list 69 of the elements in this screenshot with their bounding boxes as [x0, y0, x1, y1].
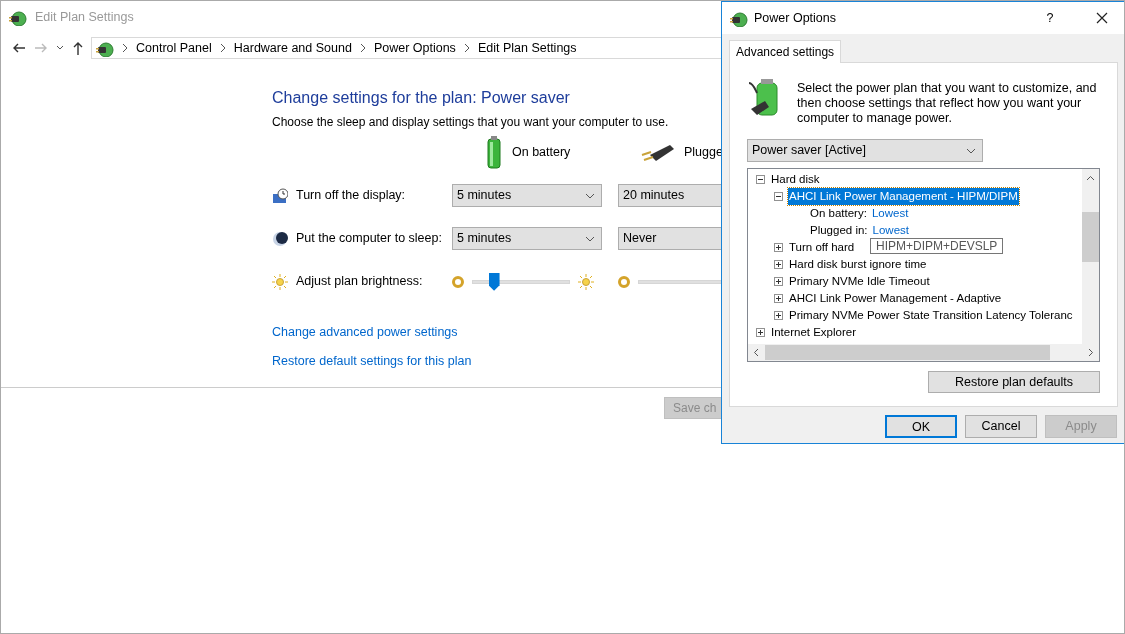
- chevron-right-icon: [122, 43, 128, 53]
- dialog-button[interactable]: OK: [885, 415, 957, 438]
- expand-icon[interactable]: [774, 243, 783, 252]
- setting-label: On battery:: [810, 205, 867, 221]
- sun-icon: [578, 273, 594, 290]
- setting-value-link[interactable]: Lowest: [872, 221, 909, 240]
- column-header: Plugge: [684, 144, 723, 162]
- power-plug-icon: [9, 8, 27, 26]
- window-title: Edit Plan Settings: [35, 8, 134, 26]
- dim-brightness-icon: [452, 275, 464, 288]
- tooltip: HIPM+DIPM+DEVSLP: [870, 238, 1004, 254]
- intro-text: Select the power plan that you want to customize, and then choose settings that reflect how you want your computer to manage power.: [797, 80, 1098, 126]
- up-arrow-icon[interactable]: [71, 40, 85, 56]
- plan-dropdown[interactable]: Power saver [Active]: [747, 139, 983, 162]
- page-heading: Change settings for the plan: Power saver: [272, 88, 570, 108]
- dialog-button[interactable]: Cancel: [965, 415, 1037, 438]
- collapse-icon[interactable]: [774, 192, 783, 201]
- tab[interactable]: Advanced settings: [729, 40, 842, 63]
- chevron-down-icon: [966, 146, 976, 155]
- sun-icon: [272, 273, 288, 290]
- expand-icon[interactable]: [756, 328, 765, 337]
- breadcrumb-item[interactable]: Control Panel: [136, 38, 212, 58]
- scroll-thumb[interactable]: [1082, 212, 1099, 263]
- breadcrumb-item[interactable]: Hardware and Sound: [233, 38, 352, 58]
- tree-item[interactable]: AHCI Link Power Management - Adaptive: [788, 289, 1003, 308]
- monitor-clock-icon: [272, 187, 288, 204]
- battery-plug-icon: [747, 79, 781, 119]
- expand-icon[interactable]: [774, 311, 783, 320]
- column-header: On battery: [512, 144, 571, 162]
- restore-button[interactable]: Restore plan defaults: [928, 371, 1100, 393]
- chevron-right-icon: [219, 43, 226, 53]
- chevron-right-icon: [359, 43, 366, 53]
- setting-label: Turn off the display:: [296, 187, 406, 205]
- setting-value-link[interactable]: Lowest: [871, 204, 909, 223]
- setting-label: Adjust plan brightness:: [296, 273, 423, 291]
- setting-label: Put the computer to sleep:: [296, 230, 442, 248]
- tree-item[interactable]: AHCI Link Power Management - HIPM/DIPM: [788, 187, 1019, 206]
- tree-item[interactable]: Primary NVMe Idle Timeout: [788, 272, 931, 291]
- help-button[interactable]: ?: [1027, 8, 1073, 28]
- page-description: Choose the sleep and display settings that you want your computer to use.: [272, 114, 669, 132]
- chevron-down-icon: [585, 191, 595, 200]
- setting-label: Plugged in:: [810, 222, 868, 238]
- breadcrumb-item[interactable]: Edit Plan Settings: [477, 38, 577, 58]
- tree-item[interactable]: Internet Explorer: [770, 323, 857, 342]
- horizontal-scrollbar[interactable]: [748, 344, 1099, 361]
- vertical-scrollbar[interactable]: [1082, 169, 1099, 345]
- slider-thumb[interactable]: [488, 272, 500, 291]
- brightness-slider[interactable]: [472, 271, 570, 292]
- expand-icon[interactable]: [774, 277, 783, 286]
- moon-icon: [272, 230, 288, 247]
- tree-item[interactable]: Primary NVMe Power State Transition Latency Toleranc: [788, 306, 1074, 325]
- chevron-right-icon: [463, 43, 470, 53]
- dropdown[interactable]: 5 minutes: [452, 227, 602, 251]
- tree-item[interactable]: Hard disk: [770, 170, 821, 189]
- breadcrumb-item[interactable]: Power Options: [373, 38, 456, 58]
- chevron-down-icon: [585, 234, 595, 243]
- scroll-thumb[interactable]: [765, 345, 1050, 360]
- dim-brightness-icon: [618, 275, 630, 288]
- dialog-title: Power Options: [754, 9, 837, 27]
- dropdown[interactable]: 5 minutes: [452, 184, 602, 208]
- collapse-icon[interactable]: [756, 175, 765, 184]
- expand-icon[interactable]: [774, 294, 783, 303]
- power-plug-icon: [96, 39, 114, 57]
- tree-item[interactable]: Hard disk burst ignore time: [788, 255, 928, 274]
- power-plug-icon: [730, 9, 748, 27]
- battery-icon: [484, 135, 504, 170]
- tree-item[interactable]: Turn off hard: [788, 238, 856, 257]
- expand-icon[interactable]: [774, 260, 783, 269]
- close-icon[interactable]: [1096, 12, 1108, 24]
